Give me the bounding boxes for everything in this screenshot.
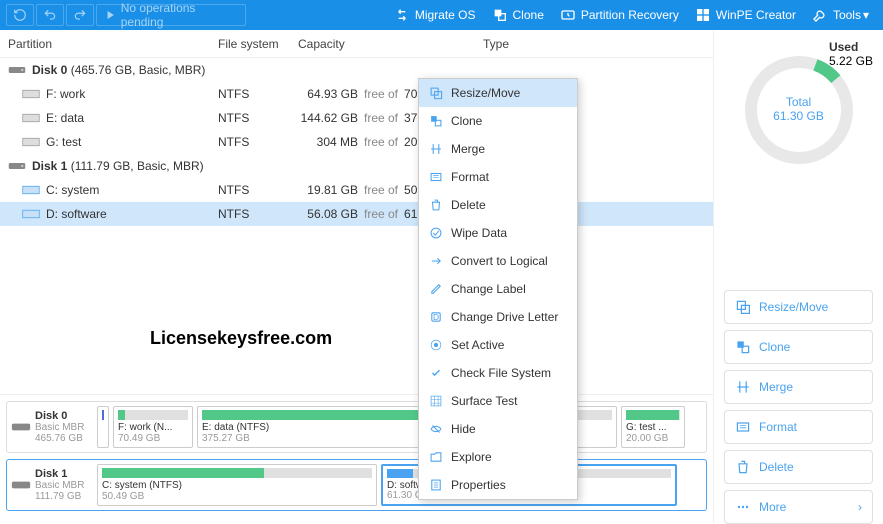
disk-map-row-selected[interactable]: Disk 1Basic MBR111.79 GB C: system (NTFS…	[6, 459, 707, 511]
ctx-surface-test[interactable]: Surface Test	[419, 387, 577, 415]
side-delete-button[interactable]: Delete	[724, 450, 873, 484]
disk-row[interactable]: Disk 1 (111.79 GB, Basic, MBR)	[0, 154, 713, 178]
svg-text:D: D	[433, 312, 439, 322]
disk-map-row[interactable]: Disk 0Basic MBR465.76 GB F: work (N...70…	[6, 401, 707, 453]
side-merge-button[interactable]: Merge	[724, 370, 873, 404]
apply-button[interactable]: No operations pending	[96, 4, 246, 26]
ctx-resize-move[interactable]: Resize/Move	[419, 79, 577, 107]
disk-map-partition[interactable]	[97, 406, 109, 448]
tools-button[interactable]: Tools▾	[804, 7, 877, 23]
partition-row[interactable]: G: test NTFS 304 MBfree of20.0	[0, 130, 713, 154]
partition-row[interactable]: C: system NTFS 19.81 GBfree of50.4 Activ…	[0, 178, 713, 202]
disk-icon	[8, 64, 26, 76]
ctx-properties[interactable]: Properties	[419, 471, 577, 499]
watermark: Licensekeysfree.com	[150, 328, 332, 349]
ctx-explore[interactable]: Explore	[419, 443, 577, 471]
disk-map-area: Disk 0Basic MBR465.76 GB F: work (N...70…	[0, 394, 713, 523]
side-clone-button[interactable]: Clone	[724, 330, 873, 364]
ctx-hide[interactable]: Hide	[419, 415, 577, 443]
column-headers: Partition File system Capacity Type	[0, 30, 713, 58]
partition-icon	[22, 88, 40, 100]
disk-map-partition[interactable]: F: work (N...70.49 GB	[113, 406, 193, 448]
partition-icon	[22, 208, 40, 220]
side-format-button[interactable]: Format	[724, 410, 873, 444]
ctx-set-active[interactable]: Set Active	[419, 331, 577, 359]
ctx-merge[interactable]: Merge	[419, 135, 577, 163]
col-type[interactable]: Type	[483, 37, 705, 51]
ctx-delete[interactable]: Delete	[419, 191, 577, 219]
partition-icon	[22, 136, 40, 148]
top-toolbar: No operations pending Migrate OS Clone P…	[0, 0, 883, 30]
ctx-change-drive-letter[interactable]: DChange Drive Letter	[419, 303, 577, 331]
partition-list: Disk 0 (465.76 GB, Basic, MBR) F: work N…	[0, 58, 713, 394]
disk-row[interactable]: Disk 0 (465.76 GB, Basic, MBR)	[0, 58, 713, 82]
winpe-button[interactable]: WinPE Creator	[687, 7, 804, 23]
clone-button[interactable]: Clone	[484, 7, 552, 23]
partition-icon	[22, 112, 40, 124]
disk-icon	[11, 478, 31, 492]
col-partition[interactable]: Partition	[8, 37, 218, 51]
usage-donut: Total61.30 GB	[739, 50, 859, 170]
disk-map-partition[interactable]: G: test ...20.00 GB	[621, 406, 685, 448]
pending-label: No operations pending	[121, 1, 239, 29]
col-filesystem[interactable]: File system	[218, 37, 298, 51]
refresh-button[interactable]	[6, 4, 34, 26]
partition-row[interactable]: F: work NTFS 64.93 GBfree of70.4	[0, 82, 713, 106]
context-menu: Resize/MoveCloneMergeFormatDeleteWipe Da…	[418, 78, 578, 500]
ctx-check-file-system[interactable]: Check File System	[419, 359, 577, 387]
migrate-os-button[interactable]: Migrate OS	[386, 7, 484, 23]
ctx-clone[interactable]: Clone	[419, 107, 577, 135]
col-capacity[interactable]: Capacity	[298, 37, 483, 51]
side-more-button[interactable]: More›	[724, 490, 873, 524]
ctx-change-label[interactable]: Change Label	[419, 275, 577, 303]
undo-button[interactable]	[36, 4, 64, 26]
partition-row[interactable]: E: data NTFS 144.62 GBfree of375	[0, 106, 713, 130]
partition-recovery-button[interactable]: Partition Recovery	[552, 7, 687, 23]
chevron-right-icon: ›	[858, 500, 862, 514]
redo-button[interactable]	[66, 4, 94, 26]
ctx-convert-to-logical[interactable]: Convert to Logical	[419, 247, 577, 275]
ctx-wipe-data[interactable]: Wipe Data	[419, 219, 577, 247]
disk-icon	[8, 160, 26, 172]
side-resize-move-button[interactable]: Resize/Move	[724, 290, 873, 324]
ctx-format[interactable]: Format	[419, 163, 577, 191]
partition-row-selected[interactable]: D: software NTFS 56.08 GBfree of61.3	[0, 202, 713, 226]
partition-icon	[22, 184, 40, 196]
disk-map-partition[interactable]: C: system (NTFS)50.49 GB	[97, 464, 377, 506]
right-panel: Used5.22 GB Total61.30 GB Resize/MoveClo…	[713, 30, 883, 523]
disk-icon	[11, 420, 31, 434]
